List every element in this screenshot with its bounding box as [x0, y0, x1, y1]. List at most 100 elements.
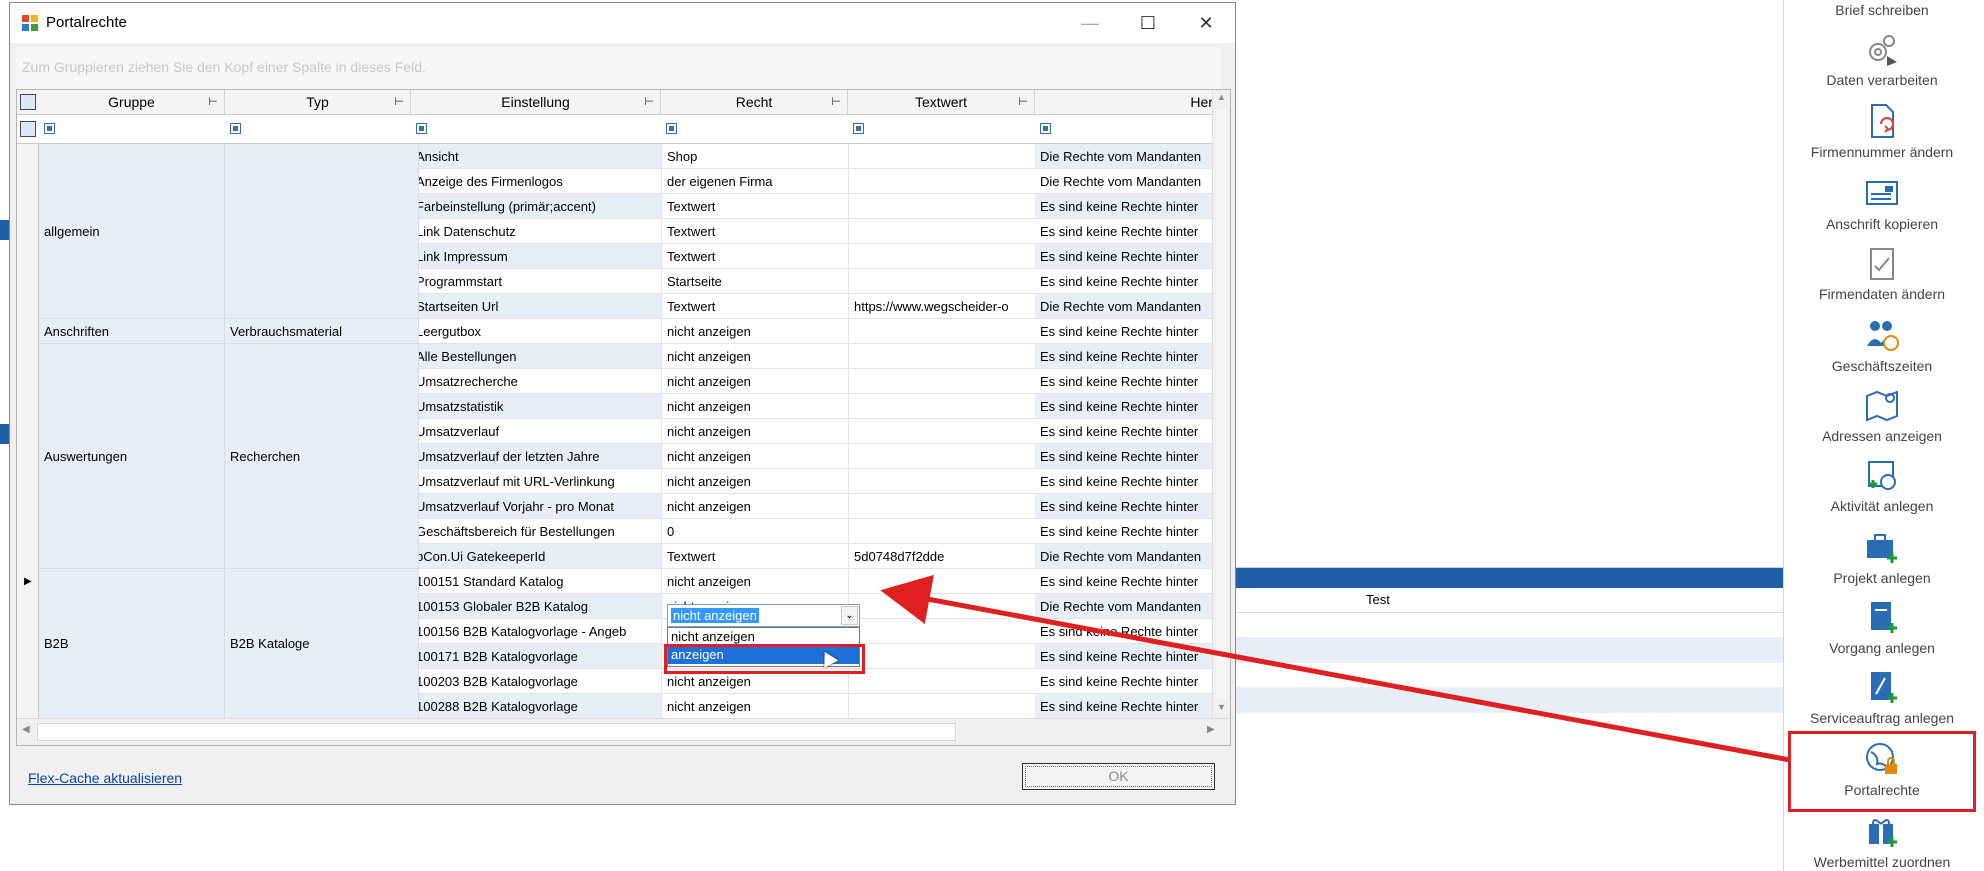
cell-einstellung[interactable]: 100171 B2B Katalogvorlage	[411, 644, 661, 669]
filter-typ[interactable]	[230, 123, 241, 134]
cell-herl[interactable]: Es sind keine Rechte hinter	[1035, 494, 1220, 519]
cell-herl[interactable]: Es sind keine Rechte hinter	[1035, 244, 1220, 269]
cell-einstellung[interactable]: Ansicht	[411, 144, 661, 169]
pin-icon[interactable]: ⊢	[208, 90, 218, 114]
cell-textwert[interactable]	[848, 444, 1035, 469]
cell-einstellung[interactable]: Alle Bestellungen	[411, 344, 661, 369]
pin-icon[interactable]: ⊢	[1018, 90, 1028, 114]
minimize-button[interactable]: —	[1061, 3, 1119, 43]
cell-textwert[interactable]	[848, 419, 1035, 444]
cell-recht[interactable]: nicht anzeigen	[661, 319, 848, 344]
cell-herl[interactable]: Es sind keine Rechte hinter	[1035, 394, 1220, 419]
title-bar[interactable]: Portalrechte — ☐ ✕	[10, 3, 1235, 43]
scroll-thumb[interactable]	[37, 723, 956, 741]
cell-recht[interactable]: nicht anzeigen	[661, 469, 848, 494]
cell-herl[interactable]: Die Rechte vom Mandanten	[1035, 544, 1220, 569]
scroll-left-icon[interactable]: ◀	[22, 724, 30, 735]
cell-textwert[interactable]	[848, 494, 1035, 519]
combo-dropdown-button[interactable]: ⌄	[841, 606, 858, 625]
cell-einstellung[interactable]: 100153 Globaler B2B Katalog	[411, 594, 661, 619]
cell-einstellung[interactable]: Programmstart	[411, 269, 661, 294]
cell-herl[interactable]: Es sind keine Rechte hinter	[1035, 194, 1220, 219]
cell-einstellung[interactable]: 100151 Standard Katalog	[411, 569, 661, 594]
ribbon-daten-verarbeiten[interactable]: Daten verarbeiten	[1788, 30, 1976, 88]
cell-textwert[interactable]	[848, 319, 1035, 344]
cell-herl[interactable]: Die Rechte vom Mandanten	[1035, 594, 1220, 619]
cell-einstellung[interactable]: Umsatzstatistik	[411, 394, 661, 419]
column-header-herl[interactable]: Herl	[1035, 90, 1220, 114]
filter-einstellung[interactable]	[416, 123, 427, 134]
cell-recht[interactable]: nicht anzeigen	[661, 344, 848, 369]
cell-einstellung[interactable]: Geschäftsbereich für Bestellungen	[411, 519, 661, 544]
column-header-recht[interactable]: Recht ⊢	[661, 90, 848, 114]
cell-herl[interactable]: Es sind keine Rechte hinter	[1035, 319, 1220, 344]
cell-textwert[interactable]	[848, 594, 1035, 619]
cell-einstellung[interactable]: Umsatzrecherche	[411, 369, 661, 394]
cell-herl[interactable]: Die Rechte vom Mandanten	[1035, 294, 1220, 319]
ribbon-aktivitaet-anlegen[interactable]: Aktivität anlegen	[1788, 456, 1976, 514]
cell-textwert[interactable]	[848, 669, 1035, 694]
group-cell-auswertungen[interactable]: Auswertungen	[39, 344, 225, 569]
cell-textwert[interactable]: https://www.wegscheider-o	[848, 294, 1035, 319]
column-header-typ[interactable]: Typ ⊢	[225, 90, 411, 114]
cell-textwert[interactable]	[848, 519, 1035, 544]
cell-recht[interactable]: Textwert	[661, 294, 848, 319]
cell-textwert[interactable]	[848, 644, 1035, 669]
type-cell-recherchen[interactable]: Recherchen	[225, 344, 419, 569]
cell-recht[interactable]: 0	[661, 519, 848, 544]
cell-einstellung[interactable]: Umsatzverlauf	[411, 419, 661, 444]
horizontal-scrollbar[interactable]: ◀ ▶	[17, 718, 1230, 745]
ribbon-projekt-anlegen[interactable]: Projekt anlegen	[1788, 528, 1976, 586]
vertical-scrollbar[interactable]: ▲ ▼	[1212, 90, 1230, 719]
type-cell-verbrauchsmaterial[interactable]: Verbrauchsmaterial	[225, 319, 419, 344]
cell-recht[interactable]: nicht anzeigen	[661, 394, 848, 419]
cell-herl[interactable]: Es sind keine Rechte hinter	[1035, 219, 1220, 244]
row-selector-column[interactable]	[17, 144, 39, 719]
column-header-gruppe[interactable]: Gruppe ⊢	[39, 90, 225, 114]
ribbon-portalrechte[interactable]: Portalrechte	[1788, 731, 1976, 812]
ribbon-adressen-anzeigen[interactable]: Adressen anzeigen	[1788, 386, 1976, 444]
cell-herl[interactable]: Es sind keine Rechte hinter	[1035, 644, 1220, 669]
cell-textwert[interactable]	[848, 694, 1035, 719]
cell-textwert[interactable]: 5d0748d7f2dde	[848, 544, 1035, 569]
cell-recht[interactable]: der eigenen Firma	[661, 169, 848, 194]
maximize-button[interactable]: ☐	[1119, 3, 1177, 43]
cell-recht[interactable]: nicht anzeigen	[661, 419, 848, 444]
cell-einstellung[interactable]: Farbeinstellung (primär;accent)	[411, 194, 661, 219]
cell-herl[interactable]: Es sind keine Rechte hinter	[1035, 669, 1220, 694]
cell-recht[interactable]: nicht anzeigen	[661, 494, 848, 519]
type-cell-b2b-kataloge[interactable]: B2B Kataloge	[225, 569, 419, 719]
flex-cache-link[interactable]: Flex-Cache aktualisieren	[28, 770, 182, 786]
scroll-up-icon[interactable]: ▲	[1213, 92, 1230, 102]
cell-recht[interactable]: Shop	[661, 144, 848, 169]
filter-editor-icon[interactable]	[20, 121, 36, 137]
ribbon-firmennummer-aendern[interactable]: Firmennummer ändern	[1788, 102, 1976, 160]
cell-einstellung[interactable]: Startseiten Url	[411, 294, 661, 319]
group-cell-anschriften[interactable]: Anschriften	[39, 319, 225, 344]
cell-herl[interactable]: Es sind keine Rechte hinter	[1035, 619, 1220, 644]
ribbon-werbemittel-zuordnen[interactable]: Werbemittel zuordnen	[1788, 812, 1976, 870]
cell-recht[interactable]: Textwert	[661, 194, 848, 219]
column-header-einstellung[interactable]: Einstellung ⊢	[411, 90, 661, 114]
cell-einstellung[interactable]: 100156 B2B Katalogvorlage - Angeb	[411, 619, 661, 644]
close-button[interactable]: ✕	[1177, 3, 1235, 43]
cell-einstellung[interactable]: 100203 B2B Katalogvorlage	[411, 669, 661, 694]
cell-textwert[interactable]	[848, 344, 1035, 369]
cell-textwert[interactable]	[848, 394, 1035, 419]
cell-herl[interactable]: Es sind keine Rechte hinter	[1035, 444, 1220, 469]
cell-recht[interactable]: Textwert	[661, 244, 848, 269]
cell-einstellung[interactable]: 100288 B2B Katalogvorlage	[411, 694, 661, 719]
rights-grid[interactable]: Gruppe ⊢ Typ ⊢ Einstellung ⊢ Recht ⊢ Textwer…	[16, 89, 1231, 746]
cell-textwert[interactable]	[848, 244, 1035, 269]
cell-herl[interactable]: Es sind keine Rechte hinter	[1035, 569, 1220, 594]
cell-recht[interactable]: Textwert	[661, 219, 848, 244]
cell-herl[interactable]: Die Rechte vom Mandanten	[1035, 144, 1220, 169]
filter-gruppe[interactable]	[44, 123, 55, 134]
group-cell-b2b[interactable]: B2B	[39, 569, 225, 719]
cell-einstellung[interactable]: Link Impressum	[411, 244, 661, 269]
ribbon-serviceauftrag-anlegen[interactable]: Serviceauftrag anlegen	[1788, 668, 1976, 726]
scroll-right-icon[interactable]: ▶	[1207, 724, 1215, 735]
column-header-textwert[interactable]: Textwert ⊢	[848, 90, 1035, 114]
cell-textwert[interactable]	[848, 219, 1035, 244]
filter-textwert[interactable]	[853, 123, 864, 134]
